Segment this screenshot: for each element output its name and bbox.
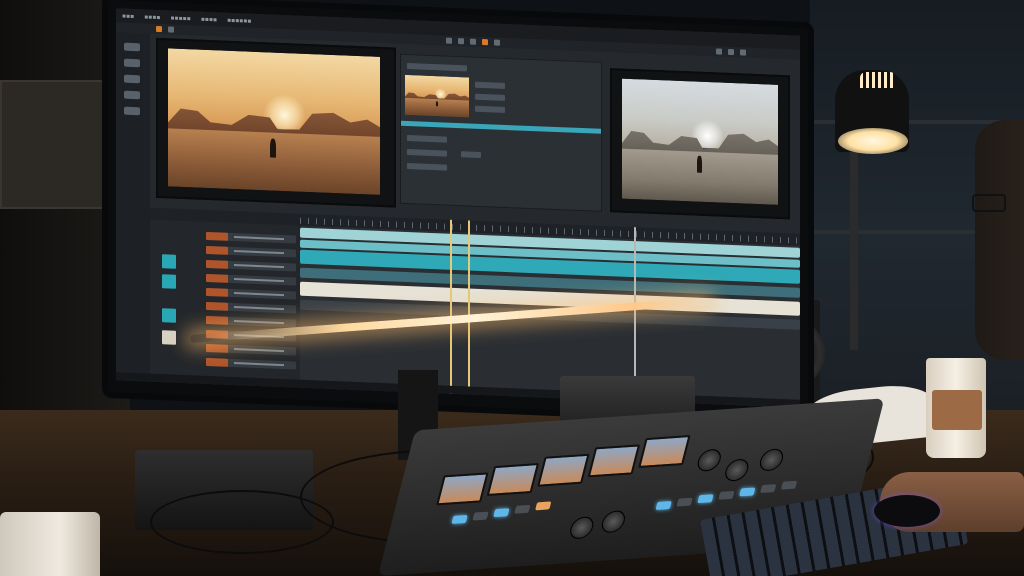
console-key[interactable]	[472, 511, 489, 521]
program-viewer[interactable]	[610, 68, 790, 220]
track-color-tag	[162, 330, 176, 345]
tool-button[interactable]	[728, 48, 734, 56]
track-color-tag	[162, 308, 176, 323]
property-field[interactable]	[407, 149, 447, 157]
tool-icon[interactable]	[124, 42, 140, 52]
tool-button[interactable]	[494, 39, 500, 46]
menu-item[interactable]: ▪▪▪▪	[201, 15, 217, 23]
console-key[interactable]	[451, 514, 468, 524]
track-headers	[150, 219, 300, 388]
track-header[interactable]	[206, 287, 296, 300]
menu-item[interactable]: ▪▪▪	[122, 12, 134, 19]
track-header[interactable]	[206, 301, 296, 314]
cup-sleeve	[932, 390, 982, 430]
console-key[interactable]	[514, 504, 531, 514]
property-field[interactable]	[461, 151, 481, 158]
console-knob[interactable]	[567, 516, 596, 540]
console-display	[436, 472, 489, 506]
console-key[interactable]	[780, 480, 798, 490]
track-header[interactable]	[206, 259, 296, 272]
track-header[interactable]	[206, 315, 296, 328]
console-key[interactable]	[535, 501, 552, 511]
console-knob[interactable]	[722, 458, 751, 482]
track-header[interactable]	[206, 245, 296, 258]
tool-button[interactable]	[458, 38, 464, 45]
property-field[interactable]	[407, 135, 447, 143]
tool-button[interactable]	[716, 48, 722, 55]
walking-figure	[269, 138, 277, 158]
tool-icon[interactable]	[124, 106, 140, 116]
console-display	[587, 444, 641, 478]
console-key[interactable]	[655, 501, 672, 510]
panel-title	[407, 63, 467, 72]
playhead-marker[interactable]	[450, 219, 452, 394]
console-display	[537, 453, 590, 487]
console-key[interactable]	[760, 484, 777, 494]
track-color-tag	[162, 274, 176, 289]
console-key[interactable]	[676, 497, 693, 507]
tool-button[interactable]	[482, 39, 488, 46]
editing-software-screen: ▪▪▪ ▪▪▪▪ ▪▪▪▪▪ ▪▪▪▪ ▪▪▪▪▪▪	[116, 8, 800, 408]
track-header[interactable]	[206, 231, 296, 244]
tool-button[interactable]	[168, 26, 174, 33]
menu-item[interactable]: ▪▪▪▪	[144, 13, 160, 21]
console-display	[486, 463, 540, 497]
person-silhouette	[975, 120, 1024, 360]
console-knob[interactable]	[599, 509, 628, 534]
left-tool-panel	[116, 32, 150, 382]
track-header[interactable]	[206, 273, 296, 286]
property-field[interactable]	[475, 105, 505, 113]
console-key[interactable]	[493, 508, 510, 518]
track-header[interactable]	[206, 343, 296, 356]
tool-button[interactable]	[156, 25, 162, 33]
property-field[interactable]	[475, 81, 505, 89]
in-point-marker[interactable]	[468, 220, 470, 395]
console-key[interactable]	[697, 494, 714, 504]
tool-button[interactable]	[470, 38, 476, 45]
menu-item[interactable]: ▪▪▪▪▪▪	[227, 16, 251, 24]
tool-button[interactable]	[740, 49, 746, 56]
wall-frame	[0, 80, 108, 209]
tool-icon[interactable]	[124, 58, 140, 68]
tool-button[interactable]	[446, 37, 452, 44]
walking-figure	[696, 156, 702, 174]
mouse-icon[interactable]	[874, 495, 940, 527]
graded-footage-frame	[622, 78, 778, 205]
monitor-icon: ▪▪▪ ▪▪▪▪ ▪▪▪▪▪ ▪▪▪▪ ▪▪▪▪▪▪	[108, 0, 808, 421]
track-color-tag	[162, 254, 176, 269]
selection-bar[interactable]	[401, 120, 601, 134]
thumbnail-frame[interactable]	[405, 74, 469, 118]
track-header[interactable]	[206, 357, 296, 370]
lamp-light	[838, 128, 908, 154]
glasses-icon	[972, 194, 1006, 212]
console-key[interactable]	[718, 490, 735, 500]
console-knob[interactable]	[757, 448, 786, 472]
inspector-panel	[400, 53, 602, 212]
coffee-cup-icon	[0, 512, 100, 576]
lamp-vent	[860, 72, 896, 88]
desert-footage-frame	[168, 48, 380, 195]
console-knob[interactable]	[695, 448, 724, 472]
property-field[interactable]	[475, 93, 505, 101]
tool-icon[interactable]	[124, 74, 140, 84]
lamp-arm	[850, 150, 858, 350]
menu-item[interactable]: ▪▪▪▪▪	[170, 14, 190, 22]
editing-desk-scene: ▪▪▪ ▪▪▪▪ ▪▪▪▪▪ ▪▪▪▪ ▪▪▪▪▪▪	[0, 0, 1024, 576]
console-display	[638, 435, 691, 469]
source-viewer[interactable]	[156, 37, 396, 208]
console-key[interactable]	[739, 487, 756, 497]
property-field[interactable]	[407, 163, 447, 171]
tool-icon[interactable]	[124, 90, 140, 100]
